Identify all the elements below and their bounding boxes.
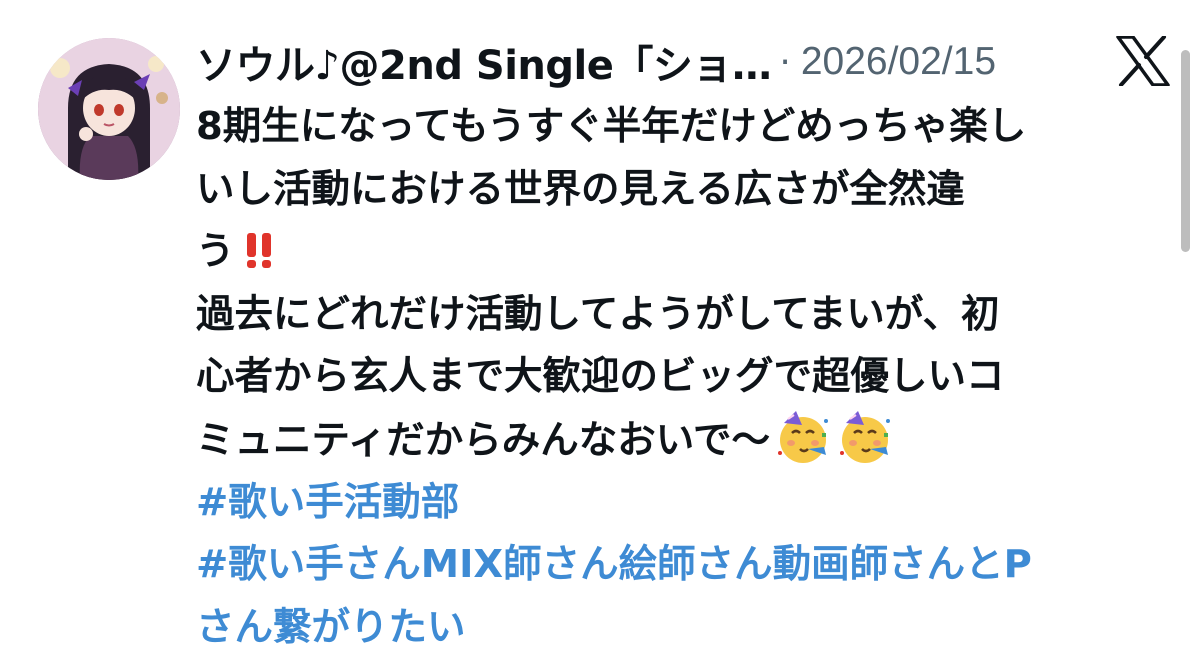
tweet-line: う [196,221,1186,284]
hashtag-link[interactable]: さん繋がりたい [196,597,1186,651]
partying-face-icon [778,410,829,463]
tweet-line: ミュニティだからみんなおいで〜 [196,409,1186,472]
hashtag-link[interactable]: #歌い手さんMIX師さん絵師さん動画師さんとP [196,534,1186,597]
display-name[interactable]: ソウル♪@2nd Single「ショ… [196,33,772,91]
partying-face-icon [840,410,891,463]
tweet-line: いし活動における世界の見える広さが全然違 [196,166,965,212]
tweet-line: 過去にどれだけ活動してようがしてまいが、初 [196,291,1000,337]
hashtag-link[interactable]: #歌い手活動部 [196,472,1186,535]
avatar-illustration [38,38,180,180]
tweet-line-text: ミュニティだからみんなおいで〜 [196,417,771,463]
tweet-line: 心者から玄人まで大歓迎のビッグで超優しいコ [196,354,1005,400]
separator-dot: · [779,41,791,83]
tweet-line-text: う [196,229,235,275]
tweet-header: ソウル♪@2nd Single「ショ… · 2026/02/15 [196,30,1186,94]
tweet-card[interactable]: ソウル♪@2nd Single「ショ… · 2026/02/15 8期生になって… [0,0,1200,651]
double-exclamation-icon [246,233,271,269]
tweet-date[interactable]: 2026/02/15 [801,40,996,84]
tweet-text: 8期生になってもうすぐ半年だけどめっちゃ楽し いし活動における世界の見える広さが… [196,96,1186,651]
x-logo-icon[interactable] [1116,36,1170,86]
tweet-line: 8期生になってもうすぐ半年だけどめっちゃ楽し [196,104,1027,149]
avatar[interactable] [38,38,180,180]
